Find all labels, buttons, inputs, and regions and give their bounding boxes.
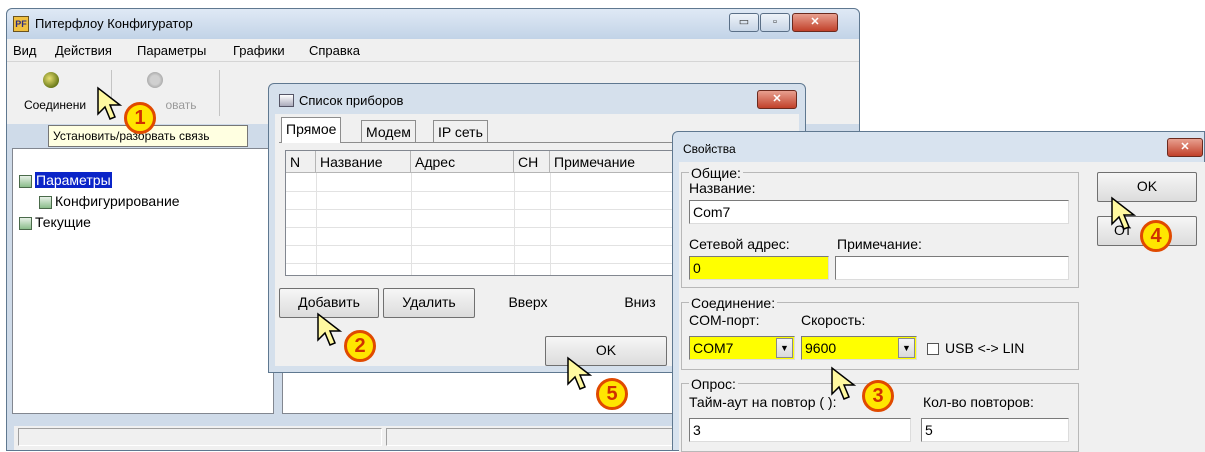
properties-dialog-title: Свойства: [683, 142, 736, 156]
devices-dialog-close-button[interactable]: ✕: [757, 90, 797, 109]
grid-line: [286, 191, 678, 192]
grid-line: [286, 263, 678, 264]
callout-2: 2: [344, 330, 376, 362]
retries-label: Кол-во повторов:: [923, 394, 1034, 410]
devices-table[interactable]: N Название Адрес CH Примечание: [285, 150, 679, 276]
menu-view[interactable]: Вид: [13, 43, 37, 58]
grid-line: [550, 173, 551, 275]
tree-item-current[interactable]: Текущие: [35, 214, 91, 230]
grid-line: [286, 209, 678, 210]
grid-line: [316, 173, 317, 275]
connect-icon: [43, 72, 59, 88]
column-header-name[interactable]: Название: [316, 151, 411, 173]
devices-dialog-titlebar[interactable]: Список приборов ✕: [269, 84, 805, 114]
devices-dialog-title: Список приборов: [299, 93, 404, 108]
move-up-button[interactable]: Вверх: [479, 288, 577, 318]
minimize-button[interactable]: ▭: [729, 13, 759, 32]
properties-dialog: Свойства ✕ Общие: Название: Com7 Сетевой…: [672, 131, 1205, 452]
grid-line: [514, 173, 515, 275]
table-icon: [39, 196, 52, 209]
usb-lin-label: USB <-> LIN: [945, 340, 1025, 356]
usb-lin-checkbox[interactable]: [927, 343, 939, 355]
network-address-label: Сетевой адрес:: [689, 236, 790, 252]
column-header-note[interactable]: Примечание: [550, 151, 678, 173]
main-titlebar[interactable]: PF Питерфлоу Конфигуратор ▭ ▫ ✕: [7, 9, 859, 39]
menu-bar: Вид Действия Параметры Графики Справка: [7, 39, 859, 62]
speed-label: Скорость:: [801, 312, 866, 328]
callout-1: 1: [124, 102, 156, 134]
parameters-tree: Параметры Конфигурирование Текущие: [12, 148, 274, 414]
column-header-address[interactable]: Адрес: [411, 151, 514, 173]
cursor-icon: [97, 86, 123, 120]
timeout-field[interactable]: 3: [689, 418, 911, 442]
connection-group-title: Соединение:: [689, 295, 778, 311]
menu-help[interactable]: Справка: [309, 43, 360, 58]
name-field[interactable]: Com7: [689, 200, 1069, 224]
general-group-title: Общие:: [689, 165, 743, 181]
grid-line: [286, 227, 678, 228]
cursor-icon: [831, 366, 857, 400]
devices-ok-button[interactable]: OK: [545, 336, 667, 366]
name-label: Название:: [689, 180, 756, 196]
app-logo-icon: PF: [13, 16, 29, 32]
column-header-ch[interactable]: CH: [514, 151, 550, 173]
note-label: Примечание:: [837, 236, 922, 252]
tree-item-parameters-label: Параметры: [35, 172, 112, 188]
window-icon: [279, 94, 294, 107]
menu-charts[interactable]: Графики: [233, 43, 285, 58]
status-panel: [386, 428, 686, 446]
network-address-field[interactable]: 0: [689, 256, 829, 280]
chevron-down-icon[interactable]: ▼: [776, 338, 793, 358]
menu-parameters[interactable]: Параметры: [137, 43, 206, 58]
delete-button[interactable]: Удалить: [383, 288, 475, 318]
cursor-icon: [567, 356, 593, 390]
callout-4: 4: [1140, 220, 1172, 252]
main-window-title: Питерфлоу Конфигуратор: [35, 16, 193, 31]
callout-3: 3: [862, 380, 894, 412]
chevron-down-icon[interactable]: ▼: [898, 338, 915, 358]
tab-ip-network[interactable]: IP сеть: [433, 120, 488, 142]
note-field[interactable]: [835, 256, 1069, 280]
com-port-label: COM-порт:: [689, 312, 760, 328]
cursor-icon: [1111, 196, 1137, 230]
retries-field[interactable]: 5: [921, 418, 1069, 442]
grid-line: [286, 245, 678, 246]
polling-group-title: Опрос:: [689, 376, 738, 392]
maximize-button[interactable]: ▫: [760, 13, 790, 32]
table-icon: [19, 175, 32, 188]
callout-5: 5: [596, 378, 628, 410]
status-panel: [18, 428, 382, 446]
tab-modem[interactable]: Модем: [361, 120, 416, 142]
disconnect-icon: [147, 72, 163, 88]
toolbar-separator: [219, 70, 220, 116]
connect-button-label: Соединени: [23, 98, 87, 112]
timeout-label: Тайм-аут на повтор ( ):: [689, 394, 837, 410]
menu-actions[interactable]: Действия: [55, 43, 112, 58]
column-header-n[interactable]: N: [286, 151, 316, 173]
tree-item-parameters[interactable]: Параметры: [35, 172, 112, 188]
table-icon: [19, 217, 32, 230]
tree-item-configuration[interactable]: Конфигурирование: [55, 193, 180, 209]
close-button[interactable]: ✕: [792, 13, 838, 32]
tab-direct[interactable]: Прямое: [281, 117, 342, 143]
cursor-icon: [317, 312, 343, 346]
properties-dialog-close-button[interactable]: ✕: [1167, 138, 1203, 157]
grid-line: [411, 173, 412, 275]
properties-dialog-titlebar[interactable]: Свойства ✕: [673, 132, 1204, 162]
connect-button[interactable]: Соединени: [11, 68, 99, 118]
